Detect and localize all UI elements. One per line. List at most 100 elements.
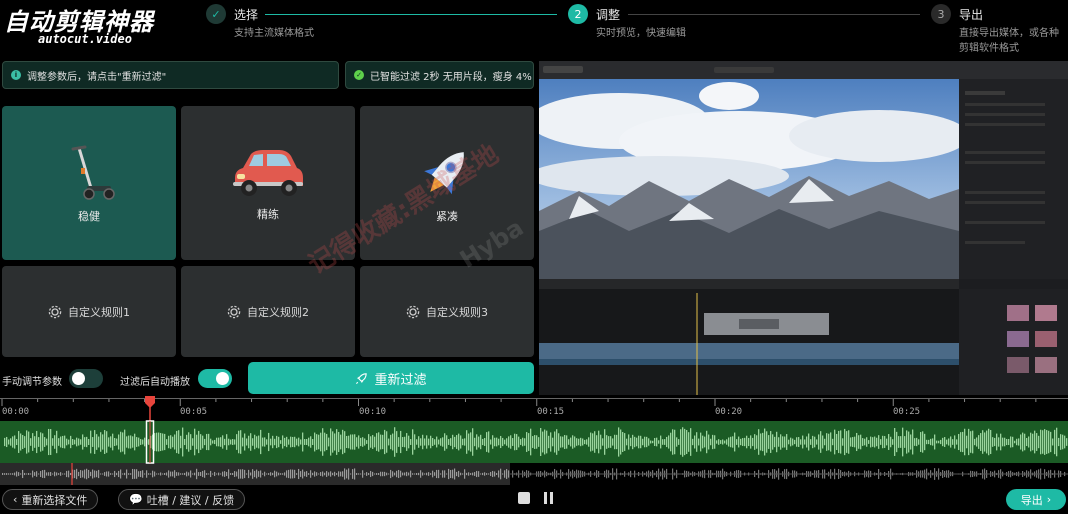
- playhead[interactable]: [143, 396, 157, 466]
- waveform-bar: [130, 435, 132, 449]
- waveform-bar: [84, 437, 86, 447]
- overview-bar: [318, 473, 320, 475]
- overview-bar: [190, 470, 192, 478]
- overview-bar: [402, 472, 404, 476]
- tick-label: 00:05: [180, 407, 208, 417]
- waveform-bar: [510, 435, 512, 449]
- waveform-bar: [888, 434, 890, 450]
- video-preview[interactable]: [539, 61, 1068, 395]
- waveform-bar: [644, 436, 646, 448]
- waveform-bar: [80, 439, 82, 445]
- overview-bar: [26, 473, 28, 475]
- toggle-knob: [72, 372, 85, 385]
- overview-bar: [336, 473, 338, 475]
- waveform-bar: [496, 437, 498, 447]
- waveform-bar: [970, 431, 972, 453]
- waveform-bar: [900, 436, 902, 448]
- waveform-bar: [574, 436, 576, 448]
- waveform-bar: [82, 434, 84, 450]
- pause-button[interactable]: [543, 492, 555, 504]
- toggle-knob: [216, 372, 229, 385]
- waveform-bar: [594, 431, 596, 453]
- waveform-bar: [96, 434, 98, 450]
- waveform-bar: [20, 433, 22, 451]
- custom-rule-2-label: 自定义规则2: [247, 305, 309, 319]
- preset-compact[interactable]: 紧凑: [360, 106, 534, 260]
- overview-bar: [8, 473, 10, 475]
- overview-bar: [428, 472, 430, 476]
- custom-rule-3[interactable]: 自定义规则3: [360, 266, 534, 357]
- waveform-bar: [758, 429, 760, 455]
- autoplay-toggle[interactable]: [198, 369, 232, 388]
- waveform-bar: [534, 435, 536, 449]
- waveform-bar: [126, 436, 128, 448]
- overview-bar: [364, 473, 366, 475]
- waveform-bar: [210, 438, 212, 446]
- waveform-bar: [568, 439, 570, 445]
- rocket-icon: [356, 372, 368, 384]
- overview-bar: [244, 469, 246, 479]
- waveform-bar: [794, 439, 796, 445]
- overview-bar: [368, 472, 370, 476]
- waveform-bar: [164, 433, 166, 451]
- hint-bar: i 调整参数后，请点击"重新过滤": [2, 61, 339, 89]
- step-export-number: 3: [931, 4, 951, 24]
- waveform-bar: [936, 440, 938, 444]
- overview-bar: [10, 473, 12, 475]
- manual-params-toggle[interactable]: [69, 369, 103, 388]
- waveform-bar: [272, 435, 274, 449]
- refilter-button[interactable]: 重新过滤: [248, 362, 534, 394]
- feedback-label: 吐槽 / 建议 / 反馈: [146, 493, 235, 507]
- overview-bar: [250, 472, 252, 476]
- waveform-bar: [762, 432, 764, 452]
- overview-bar: [434, 472, 436, 476]
- feedback-button[interactable]: 💬 吐槽 / 建议 / 反馈: [118, 489, 246, 510]
- waveform-bar: [454, 436, 456, 448]
- overview-bar: [360, 473, 362, 475]
- preset-refined[interactable]: 精练: [181, 106, 355, 260]
- custom-rule-2[interactable]: 自定义规则2: [181, 266, 355, 357]
- waveform-bar: [296, 438, 298, 446]
- export-button[interactable]: 导出 ›: [1006, 489, 1066, 510]
- waveform-bar: [1064, 435, 1066, 449]
- overview-bar: [88, 469, 90, 479]
- stop-button[interactable]: [518, 492, 530, 504]
- overview-bar: [296, 473, 298, 475]
- overview-bar: [12, 473, 14, 475]
- overview-bar: [34, 472, 36, 476]
- waveform-bar: [682, 427, 684, 457]
- preset-stable[interactable]: 稳健: [2, 106, 176, 260]
- waveform-bar: [564, 435, 566, 449]
- audio-waveform-overview[interactable]: [0, 463, 1068, 485]
- overview-bars: [0, 463, 1068, 485]
- waveform-bar: [544, 429, 546, 455]
- waveform-bar: [844, 428, 846, 456]
- overview-bar: [466, 472, 468, 476]
- waveform-bar: [24, 436, 26, 448]
- overview-bar: [416, 473, 418, 475]
- overview-bar: [212, 473, 214, 475]
- audio-waveform-main[interactable]: [0, 421, 1068, 463]
- overview-bar: [60, 472, 62, 476]
- waveform-bar: [238, 430, 240, 454]
- waveform-bar: [996, 433, 998, 451]
- custom-rule-1[interactable]: 自定义规则1: [2, 266, 176, 357]
- waveform-bar: [654, 437, 656, 447]
- overview-bar: [490, 471, 492, 477]
- waveform-bar: [518, 436, 520, 448]
- waveform-bar: [620, 429, 622, 455]
- waveform-bar: [60, 436, 62, 448]
- reselect-file-button[interactable]: ‹ 重新选择文件: [2, 489, 99, 510]
- overview-bar: [454, 468, 456, 480]
- overview-bar: [418, 472, 420, 476]
- waveform-bar: [726, 439, 728, 445]
- waveform-bar: [208, 433, 210, 451]
- overview-bar: [446, 473, 448, 475]
- waveform-bar: [88, 438, 90, 446]
- waveform-bar: [338, 431, 340, 453]
- waveform-bar: [110, 436, 112, 448]
- waveform-bar: [376, 433, 378, 451]
- overview-bar: [98, 469, 100, 479]
- overview-bar: [488, 473, 490, 475]
- timeline-ruler[interactable]: 00:00 00:05 00:10 00:15 00:20 00:25: [0, 398, 1068, 420]
